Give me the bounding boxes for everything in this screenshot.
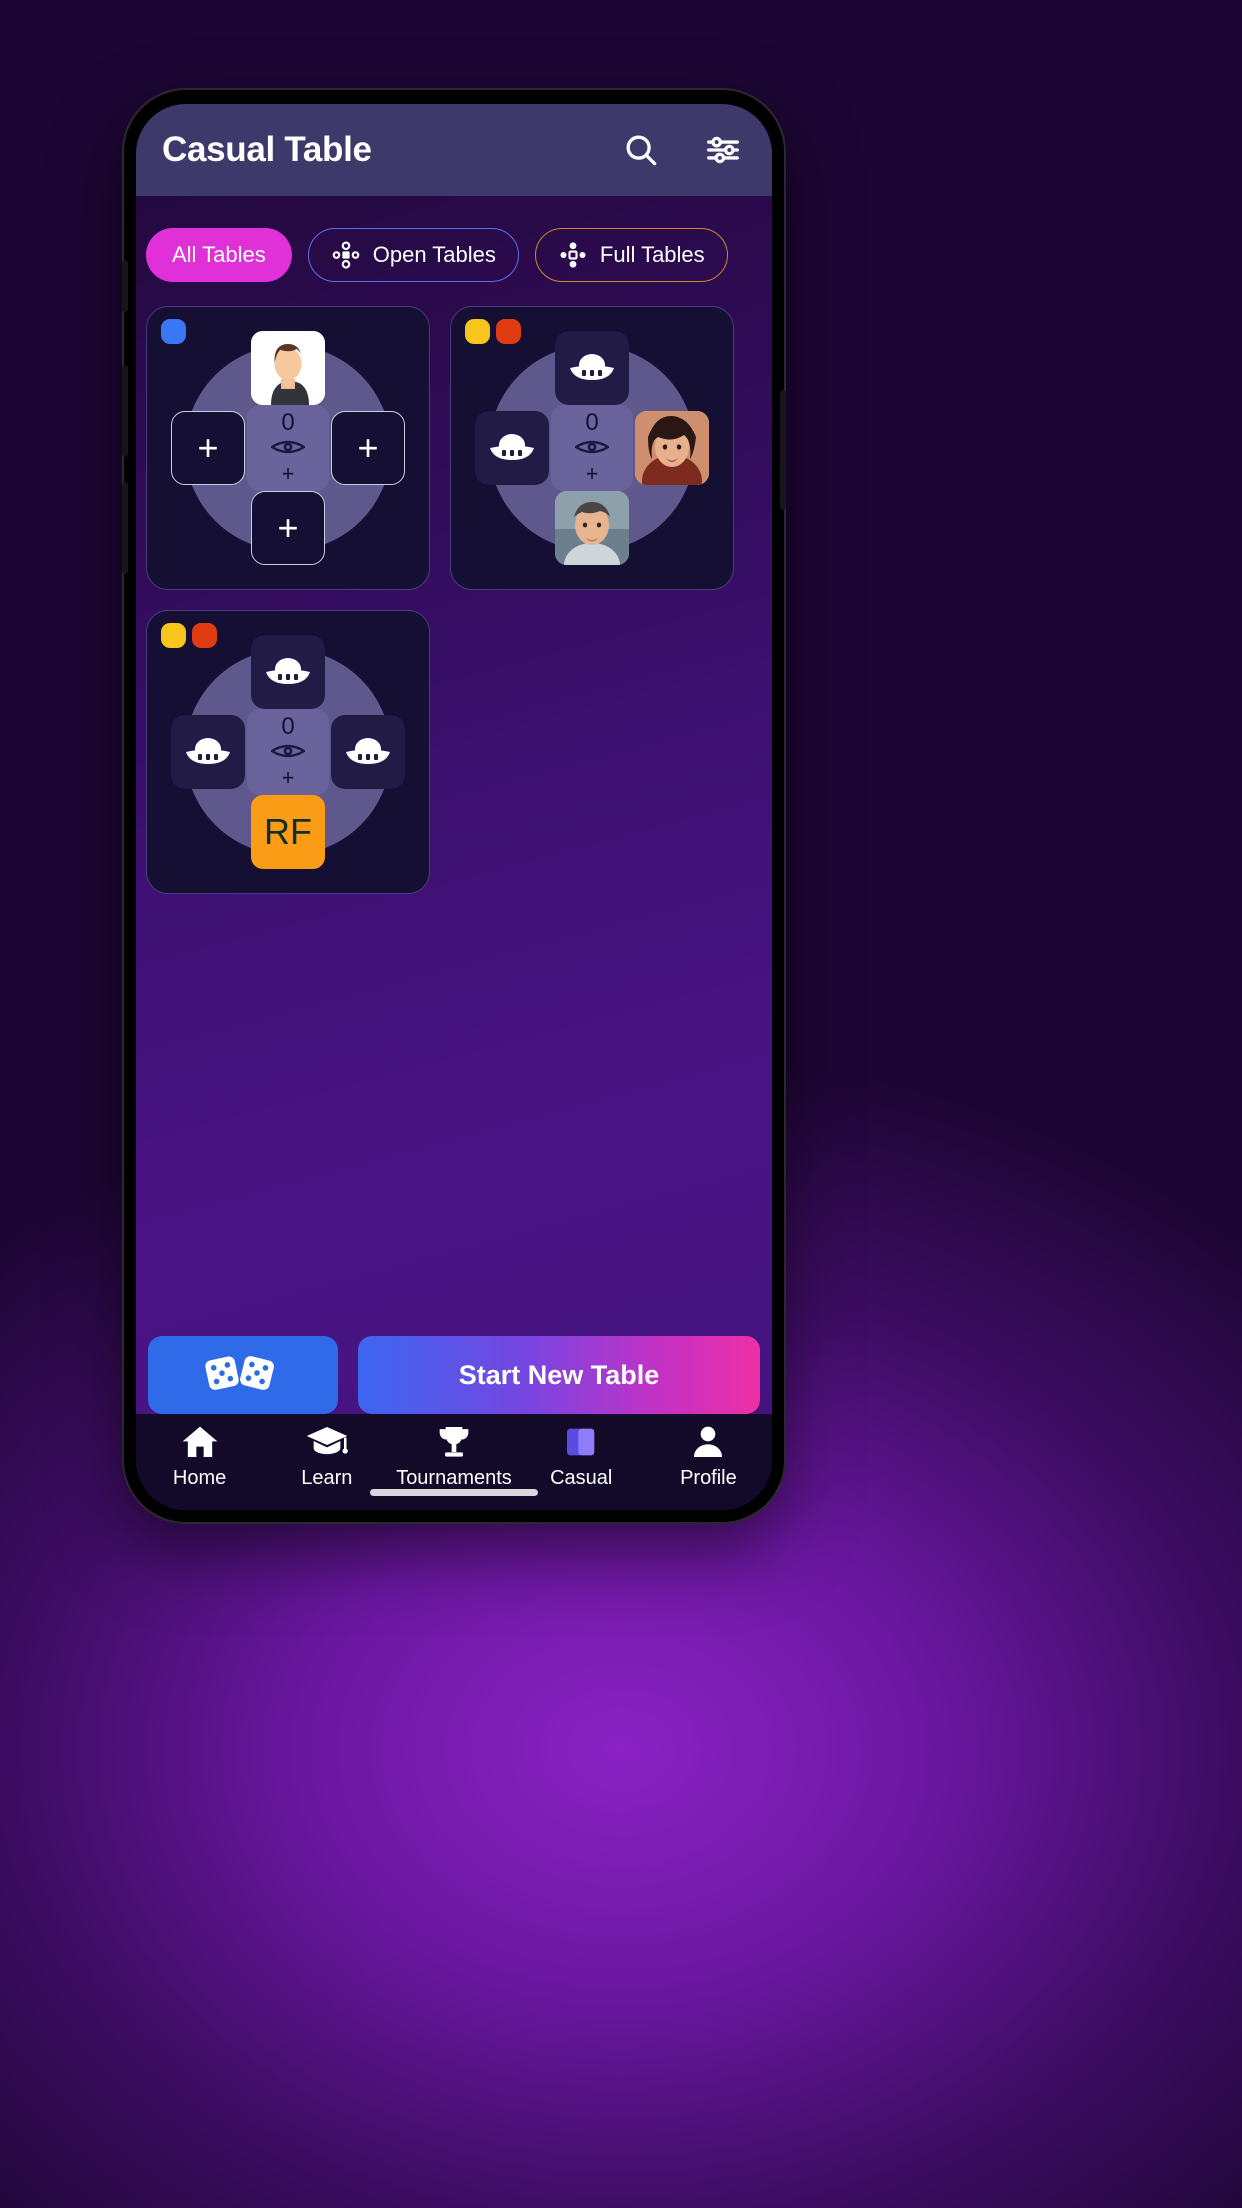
spectate-add-label: + [281, 765, 295, 790]
seat-north-bot[interactable] [555, 331, 629, 405]
seat-add-label: + [277, 507, 299, 548]
app-bar-actions [620, 129, 744, 171]
tab-full-tables[interactable]: Full Tables [534, 228, 728, 282]
status-dots [161, 623, 217, 648]
open-table-icon [331, 240, 361, 270]
start-new-table-button[interactable]: Start New Table [358, 1336, 760, 1414]
eye-icon [269, 742, 307, 765]
two-dice-icon [201, 1351, 279, 1400]
status-dot [192, 623, 217, 648]
seat-north[interactable] [251, 331, 325, 405]
status-dot [496, 319, 521, 344]
nav-item-casual-label: Casual [550, 1467, 613, 1489]
seat-add-label: + [197, 427, 219, 468]
spectator-count: 0 [281, 713, 295, 740]
volume-down-button[interactable] [122, 482, 128, 574]
home-indicator [370, 1489, 538, 1496]
search-icon[interactable] [620, 129, 662, 171]
seat-east-player[interactable] [635, 411, 709, 485]
seat-west-bot[interactable] [171, 715, 245, 789]
power-button[interactable] [780, 390, 786, 510]
nav-item-profile-label: Profile [680, 1467, 737, 1489]
tab-open-tables-label: Open Tables [372, 242, 496, 267]
person-icon [688, 1422, 728, 1462]
table-card-grid: + + + 0 + 0 + RF 0 + [136, 282, 772, 894]
start-new-table-label: Start New Table [458, 1359, 660, 1390]
phone-frame: Casual Table All Tables Open Tables Full… [122, 90, 786, 1522]
full-table-icon [558, 240, 588, 270]
nav-item-tournaments[interactable]: Tournaments [390, 1422, 517, 1490]
spectator-center[interactable]: 0 + [247, 709, 329, 795]
nav-item-home-label: Home [172, 1467, 227, 1489]
spectator-count: 0 [281, 409, 295, 436]
table-card[interactable]: RF 0 + [146, 610, 430, 894]
seat-south-add[interactable]: + [251, 491, 325, 565]
player-initials: RF [264, 811, 312, 852]
seat-south-player[interactable] [555, 491, 629, 565]
eye-icon [269, 438, 307, 461]
app-bar: Casual Table [136, 104, 772, 196]
tab-all-tables[interactable]: All Tables [146, 228, 292, 282]
action-row: Start New Table [136, 1336, 772, 1414]
nav-item-learn[interactable]: Learn [263, 1422, 390, 1490]
main-content: All Tables Open Tables Full Tables + + +… [136, 196, 772, 1510]
home-icon [179, 1422, 221, 1462]
seat-add-label: + [357, 427, 379, 468]
table-card[interactable]: + + + 0 + [146, 306, 430, 590]
status-dot [161, 319, 186, 344]
spectate-add-label: + [281, 461, 295, 486]
seat-east-bot[interactable] [331, 715, 405, 789]
seat-west-add[interactable]: + [171, 411, 245, 485]
eye-icon [573, 438, 611, 461]
spectator-center[interactable]: 0 + [551, 405, 633, 491]
tab-full-tables-label: Full Tables [599, 242, 705, 267]
page-title: Casual Table [162, 130, 372, 169]
nav-item-tournaments-label: Tournaments [396, 1467, 512, 1489]
status-dot [161, 623, 186, 648]
volume-up-button[interactable] [122, 365, 128, 457]
random-table-dice-button[interactable] [148, 1336, 338, 1414]
tab-open-tables[interactable]: Open Tables [307, 228, 519, 282]
status-dots [465, 319, 521, 344]
table-card[interactable]: 0 + [450, 306, 734, 590]
nav-item-learn-label: Learn [301, 1467, 353, 1489]
graduation-cap-icon [305, 1422, 349, 1462]
nav-item-profile[interactable]: Profile [645, 1422, 772, 1490]
app-screen: Casual Table All Tables Open Tables Full… [136, 104, 772, 1510]
filter-tabs: All Tables Open Tables Full Tables [136, 196, 772, 282]
trophy-icon [434, 1422, 474, 1462]
nav-item-home[interactable]: Home [136, 1422, 263, 1490]
tab-all-tables-label: All Tables [172, 242, 266, 267]
spectator-count: 0 [585, 409, 599, 436]
nav-item-casual[interactable]: Casual [518, 1422, 645, 1490]
seat-east-add[interactable]: + [331, 411, 405, 485]
mute-switch[interactable] [122, 260, 128, 312]
seat-north-bot[interactable] [251, 635, 325, 709]
spectate-add-label: + [585, 461, 599, 486]
seat-south-player-initials[interactable]: RF [251, 795, 325, 869]
sliders-filter-icon[interactable] [702, 129, 744, 171]
seat-west-bot[interactable] [475, 411, 549, 485]
cards-icon [561, 1422, 601, 1462]
spectator-center[interactable]: 0 + [247, 405, 329, 491]
status-dot [465, 319, 490, 344]
status-dots [161, 319, 186, 344]
